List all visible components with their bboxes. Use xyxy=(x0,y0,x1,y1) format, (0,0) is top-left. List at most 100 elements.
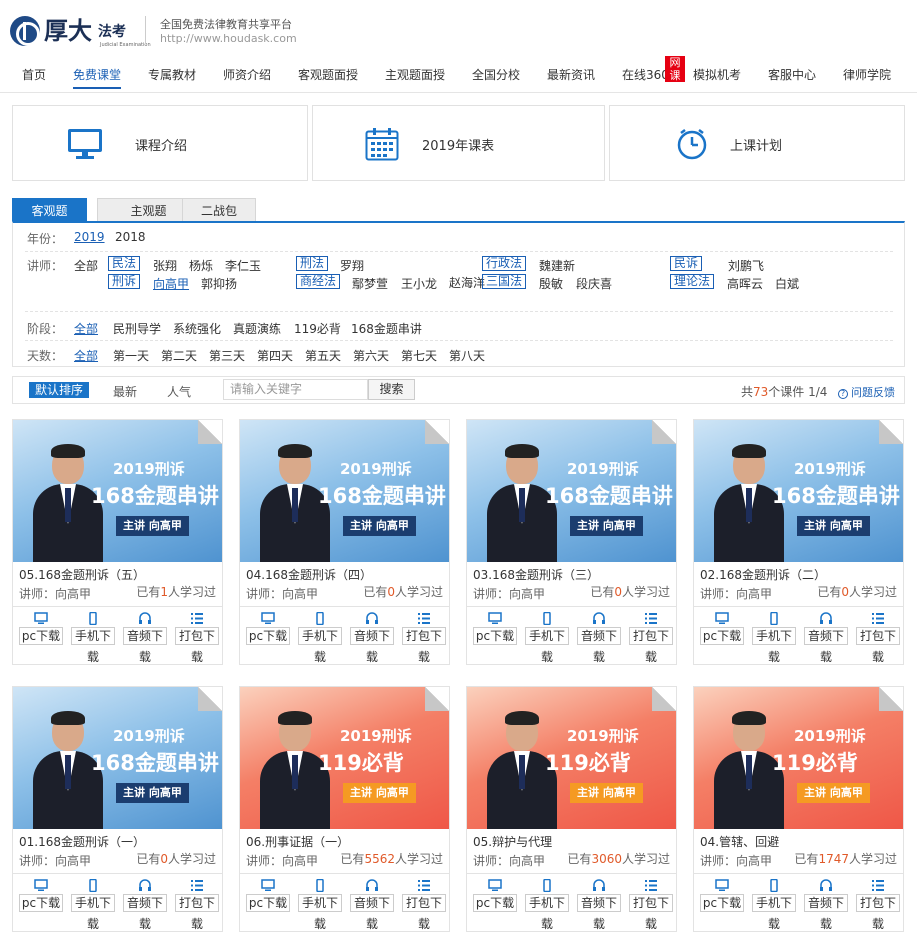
stage-past-papers[interactable]: 真题演练 xyxy=(233,320,281,337)
subject-commercial[interactable]: 商经法 xyxy=(296,274,341,289)
pc-download-button[interactable]: pc下载 xyxy=(246,879,290,929)
mobile-download-button[interactable]: 手机下 载 xyxy=(525,879,569,931)
pc-download-button[interactable]: pc下载 xyxy=(700,879,744,929)
subject-criminal-law[interactable]: 刑法 xyxy=(296,256,329,271)
pc-download-button[interactable]: pc下载 xyxy=(473,879,517,929)
course-title[interactable]: 05.辩护与代理 xyxy=(473,833,552,850)
course-thumbnail[interactable]: 2019刑诉 168金题串讲 主讲 向高甲 xyxy=(13,420,222,562)
pack-download-button[interactable]: 打包下 载 xyxy=(175,879,219,931)
course-card[interactable]: 2019刑诉 168金题串讲 主讲 向高甲 05.168金题刑诉（五） 讲师：向… xyxy=(12,419,223,665)
tab-second-attempt[interactable]: 二战包 xyxy=(182,198,256,222)
day-4[interactable]: 第四天 xyxy=(257,347,293,364)
teacher-lirenyu[interactable]: 李仁玉 xyxy=(225,257,261,274)
tab-objective[interactable]: 客观题 xyxy=(12,198,87,222)
pc-download-button[interactable]: pc下载 xyxy=(19,612,63,662)
sort-popular-button[interactable]: 人气 xyxy=(167,383,191,400)
day-5[interactable]: 第五天 xyxy=(305,347,341,364)
sort-newest-button[interactable]: 最新 xyxy=(113,383,137,400)
day-2[interactable]: 第二天 xyxy=(161,347,197,364)
pack-download-button[interactable]: 打包下 载 xyxy=(402,879,446,931)
mobile-download-button[interactable]: 手机下 载 xyxy=(71,879,115,931)
pack-download-button[interactable]: 打包下 载 xyxy=(402,612,446,664)
course-thumbnail[interactable]: 2019刑诉 168金题串讲 主讲 向高甲 xyxy=(240,420,449,562)
feedback-link[interactable]: ? 问题反馈 xyxy=(838,384,895,400)
course-card[interactable]: 2019刑诉 168金题串讲 主讲 向高甲 03.168金题刑诉（三） 讲师：向… xyxy=(466,419,677,665)
day-8[interactable]: 第八天 xyxy=(449,347,485,364)
mobile-download-button[interactable]: 手机下 载 xyxy=(71,612,115,664)
stage-intro[interactable]: 民刑导学 xyxy=(113,320,161,337)
nav-textbooks[interactable]: 专属教材 xyxy=(148,66,196,83)
subject-criminal-procedure[interactable]: 刑诉 xyxy=(108,274,141,289)
course-card[interactable]: 2019刑诉 119必背 主讲 向高甲 05.辩护与代理 讲师：向高甲 已有30… xyxy=(466,686,677,932)
pack-download-button[interactable]: 打包下 载 xyxy=(175,612,219,664)
course-thumbnail[interactable]: 2019刑诉 119必背 主讲 向高甲 xyxy=(694,687,903,829)
teacher-yinmin[interactable]: 殷敏 xyxy=(539,275,563,292)
teacher-yanmengxuan[interactable]: 鄢梦萱 xyxy=(352,275,388,292)
subject-international[interactable]: 三国法 xyxy=(482,274,527,289)
nav-news[interactable]: 最新资讯 xyxy=(547,66,595,83)
course-card[interactable]: 2019刑诉 119必背 主讲 向高甲 04.管辖、回避 讲师：向高甲 已有17… xyxy=(693,686,904,932)
course-card[interactable]: 2019刑诉 168金题串讲 主讲 向高甲 01.168金题刑诉（一） 讲师：向… xyxy=(12,686,223,932)
subject-administrative[interactable]: 行政法 xyxy=(482,256,527,271)
nav-teachers[interactable]: 师资介绍 xyxy=(223,66,271,83)
course-title[interactable]: 04.168金题刑诉（四） xyxy=(246,566,372,583)
course-title[interactable]: 05.168金题刑诉（五） xyxy=(19,566,145,583)
subject-civil[interactable]: 民法 xyxy=(108,256,141,271)
nav-free-class[interactable]: 免费课堂 xyxy=(73,66,122,89)
teacher-liupengfei[interactable]: 刘鹏飞 xyxy=(728,257,764,274)
course-thumbnail[interactable]: 2019刑诉 119必背 主讲 向高甲 xyxy=(240,687,449,829)
nav-subjective-face[interactable]: 主观题面授 xyxy=(385,66,445,83)
audio-download-button[interactable]: 音频下 载 xyxy=(350,879,394,931)
teacher-weijianxin[interactable]: 魏建新 xyxy=(539,257,575,274)
teacher-wangxiaolong[interactable]: 王小龙 xyxy=(401,275,437,292)
mobile-download-button[interactable]: 手机下 载 xyxy=(298,612,342,664)
course-thumbnail[interactable]: 2019刑诉 119必背 主讲 向高甲 xyxy=(467,687,676,829)
course-title[interactable]: 03.168金题刑诉（三） xyxy=(473,566,599,583)
filter-year-2018[interactable]: 2018 xyxy=(115,230,146,244)
sort-default-button[interactable]: 默认排序 xyxy=(29,382,90,398)
teacher-zhangxiang[interactable]: 张翔 xyxy=(153,257,177,274)
day-6[interactable]: 第六天 xyxy=(353,347,389,364)
teacher-xianggaojia[interactable]: 向高甲 xyxy=(153,275,189,292)
nav-lawyer-academy[interactable]: 律师学院 xyxy=(843,66,891,83)
course-title[interactable]: 06.刑事证据（一） xyxy=(246,833,349,850)
teacher-guoyiyang[interactable]: 郭抑扬 xyxy=(201,275,237,292)
pack-download-button[interactable]: 打包下 载 xyxy=(856,612,900,664)
nav-home[interactable]: 首页 xyxy=(22,66,46,83)
course-thumbnail[interactable]: 2019刑诉 168金题串讲 主讲 向高甲 xyxy=(694,420,903,562)
nav-objective-face[interactable]: 客观题面授 xyxy=(298,66,358,83)
search-input[interactable]: 请输入关键字 xyxy=(223,379,368,400)
pack-download-button[interactable]: 打包下 载 xyxy=(629,612,673,664)
audio-download-button[interactable]: 音频下 载 xyxy=(577,879,621,931)
tile-class-plan[interactable]: 上课计划 xyxy=(609,105,905,181)
filter-year-2019[interactable]: 2019 xyxy=(74,230,105,244)
teacher-yangshuo[interactable]: 杨烁 xyxy=(189,257,213,274)
audio-download-button[interactable]: 音频下 载 xyxy=(577,612,621,664)
search-button[interactable]: 搜索 xyxy=(368,379,415,400)
pc-download-button[interactable]: pc下载 xyxy=(19,879,63,929)
course-thumbnail[interactable]: 2019刑诉 168金题串讲 主讲 向高甲 xyxy=(467,420,676,562)
day-1[interactable]: 第一天 xyxy=(113,347,149,364)
pc-download-button[interactable]: pc下载 xyxy=(246,612,290,662)
nav-branches[interactable]: 全国分校 xyxy=(472,66,520,83)
pack-download-button[interactable]: 打包下 载 xyxy=(856,879,900,931)
mobile-download-button[interactable]: 手机下 载 xyxy=(525,612,569,664)
teacher-duanqingxi[interactable]: 段庆喜 xyxy=(576,275,612,292)
audio-download-button[interactable]: 音频下 载 xyxy=(123,612,167,664)
teacher-gaohuiyun[interactable]: 高晖云 xyxy=(727,275,763,292)
mobile-download-button[interactable]: 手机下 载 xyxy=(752,612,796,664)
pack-download-button[interactable]: 打包下 载 xyxy=(629,879,673,931)
course-title[interactable]: 02.168金题刑诉（二） xyxy=(700,566,826,583)
stage-all[interactable]: 全部 xyxy=(74,320,98,337)
mobile-download-button[interactable]: 手机下 载 xyxy=(752,879,796,931)
filter-teacher-all[interactable]: 全部 xyxy=(74,257,98,274)
tile-schedule[interactable]: 2019年课表 xyxy=(312,105,605,181)
subject-civil-procedure[interactable]: 民诉 xyxy=(670,256,703,271)
pc-download-button[interactable]: pc下载 xyxy=(700,612,744,662)
teacher-baibin[interactable]: 白斌 xyxy=(775,275,799,292)
audio-download-button[interactable]: 音频下 载 xyxy=(350,612,394,664)
subject-theory[interactable]: 理论法 xyxy=(670,274,715,289)
nav-mock-exam[interactable]: 模拟机考 xyxy=(693,66,741,83)
course-card[interactable]: 2019刑诉 119必背 主讲 向高甲 06.刑事证据（一） 讲师：向高甲 已有… xyxy=(239,686,450,932)
course-thumbnail[interactable]: 2019刑诉 168金题串讲 主讲 向高甲 xyxy=(13,687,222,829)
